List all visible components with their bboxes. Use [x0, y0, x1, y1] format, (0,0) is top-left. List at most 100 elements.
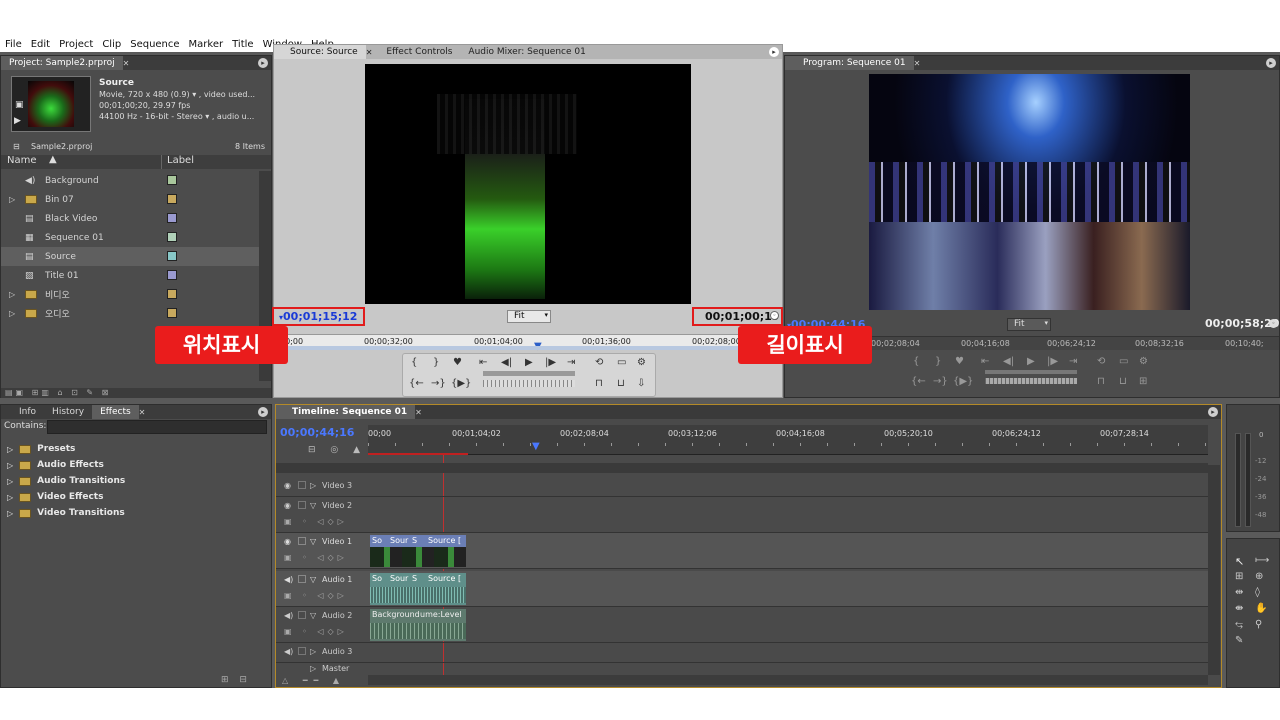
list-item-selected[interactable]: ▤ Source: [1, 247, 259, 266]
timeline-horizontal-scrollbar[interactable]: [368, 675, 1208, 685]
label-swatch[interactable]: [167, 270, 177, 280]
list-item[interactable]: ▦ Sequence 01: [1, 228, 259, 247]
tab-source[interactable]: Source: Source: [274, 45, 366, 59]
close-icon[interactable]: ✕: [415, 408, 422, 417]
list-item[interactable]: ▷ 오디오: [1, 304, 259, 323]
go-to-in-icon[interactable]: ⇤: [479, 357, 487, 368]
eye-icon[interactable]: ◉: [284, 537, 291, 546]
tab-effects[interactable]: Effects: [92, 405, 139, 419]
tab-info[interactable]: Info: [1, 405, 44, 419]
step-forward-icon[interactable]: |▶: [545, 357, 556, 368]
go-to-in-icon[interactable]: ⇤: [981, 356, 989, 367]
label-swatch[interactable]: [167, 251, 177, 261]
close-icon[interactable]: ✕: [139, 408, 146, 417]
speaker-icon[interactable]: ◀): [284, 611, 293, 620]
track-select-tool-icon[interactable]: ⟼: [1255, 555, 1269, 566]
close-icon[interactable]: ✕: [123, 59, 130, 68]
output-icon[interactable]: ⚙: [637, 357, 646, 368]
toggle-take-icon[interactable]: ⇩: [637, 378, 645, 389]
label-swatch[interactable]: [167, 308, 177, 318]
source-work-bar[interactable]: [274, 346, 782, 350]
go-to-next-marker-icon[interactable]: →}: [933, 376, 948, 387]
expand-arrow-icon[interactable]: ▷: [7, 461, 13, 470]
expand-arrow-icon[interactable]: ▷: [9, 309, 15, 318]
keyframe-controls[interactable]: ▣ ◦ ◁◇▷: [284, 517, 348, 526]
program-fit-dropdown[interactable]: Fit ▾: [1007, 318, 1051, 331]
lock-toggle[interactable]: [298, 481, 306, 489]
rate-stretch-tool-icon[interactable]: ⇹: [1235, 587, 1243, 598]
eye-icon[interactable]: ◉: [284, 501, 291, 510]
folder-audio-transitions[interactable]: ▷ Audio Transitions: [7, 473, 125, 489]
jog-wheel[interactable]: [985, 378, 1077, 384]
go-to-out-icon[interactable]: ⇥: [567, 357, 575, 368]
expand-arrow-icon[interactable]: ▷: [9, 195, 15, 204]
play-icon[interactable]: ▶: [1027, 356, 1035, 367]
mark-in-icon[interactable]: {: [913, 356, 919, 367]
duration-toggle-icon[interactable]: ◦: [1269, 319, 1278, 328]
lock-toggle[interactable]: [298, 537, 306, 545]
menu-file[interactable]: File: [5, 39, 22, 50]
speaker-icon[interactable]: ◀): [284, 575, 293, 584]
lift-icon[interactable]: ⊓: [1097, 376, 1105, 387]
tab-project[interactable]: Project: Sample2.prproj: [1, 56, 123, 70]
label-swatch[interactable]: [167, 175, 177, 185]
expand-arrow-icon[interactable]: ▷: [310, 481, 316, 490]
timeline-tools[interactable]: ⊟ ◎ ▲: [308, 445, 366, 455]
lock-toggle[interactable]: [298, 501, 306, 509]
panel-menu-icon[interactable]: ▸: [1208, 407, 1218, 417]
timeline-vertical-scrollbar[interactable]: [1208, 465, 1220, 675]
sort-up-icon[interactable]: ▲: [49, 154, 57, 165]
camera-icon[interactable]: ▣: [15, 100, 24, 110]
menu-clip[interactable]: Clip: [102, 39, 121, 50]
menu-title[interactable]: Title: [232, 39, 253, 50]
razor-tool-icon[interactable]: ◊: [1255, 587, 1260, 598]
list-item[interactable]: ▷ Bin 07: [1, 190, 259, 209]
go-to-out-icon[interactable]: ⇥: [1069, 356, 1077, 367]
expand-arrow-icon[interactable]: ▷: [7, 477, 13, 486]
collapse-arrow-icon[interactable]: ▽: [310, 501, 316, 510]
selection-tool-icon[interactable]: ↖: [1235, 555, 1244, 568]
rolling-edit-tool-icon[interactable]: ⊕: [1255, 571, 1263, 582]
menu-marker[interactable]: Marker: [189, 39, 224, 50]
collapse-arrow-icon[interactable]: ▽: [310, 537, 316, 546]
video-clips[interactable]: So Sour S Source [: [370, 535, 466, 567]
expand-arrow-icon[interactable]: ▷: [310, 647, 316, 656]
play-thumbnail-icon[interactable]: ▶: [14, 116, 21, 126]
tab-timeline[interactable]: Timeline: Sequence 01: [276, 405, 416, 419]
eye-icon[interactable]: ◉: [284, 481, 291, 490]
col-label[interactable]: Label: [167, 155, 194, 166]
panel-menu-icon[interactable]: ▸: [258, 407, 268, 417]
effects-bottom-icons[interactable]: ⊞ ⊟: [221, 675, 251, 685]
extract-icon[interactable]: ⊔: [1119, 376, 1127, 387]
effects-search-input[interactable]: [47, 420, 267, 434]
expand-arrow-icon[interactable]: ▷: [7, 493, 13, 502]
label-swatch[interactable]: [167, 289, 177, 299]
expand-arrow-icon[interactable]: ▷: [9, 290, 15, 299]
source-fit-dropdown[interactable]: Fit ▾: [507, 310, 551, 323]
safe-margins-icon[interactable]: ▭: [617, 357, 626, 368]
trim-icon[interactable]: ⊞: [1139, 376, 1147, 387]
speaker-icon[interactable]: ◀): [284, 647, 293, 656]
shuttle-slider[interactable]: [483, 371, 575, 376]
timeline-ruler[interactable]: 00;00 00;01;04;02 00;02;08;04 00;03;12;0…: [368, 425, 1208, 455]
zoom-controls[interactable]: △ ━━ ▲: [282, 676, 345, 685]
list-item[interactable]: ▨ Title 01: [1, 266, 259, 285]
set-marker-icon[interactable]: ♥: [955, 356, 964, 367]
folder-video-effects[interactable]: ▷ Video Effects: [7, 489, 103, 505]
folder-video-transitions[interactable]: ▷ Video Transitions: [7, 505, 125, 521]
shuttle-slider[interactable]: [985, 370, 1077, 374]
keyframe-controls[interactable]: ▣ ◦ ◁◇▷: [284, 627, 348, 636]
insert-icon[interactable]: ⊓: [595, 378, 603, 389]
panel-menu-icon[interactable]: ▸: [769, 47, 779, 57]
loop-icon[interactable]: ⟲: [1097, 356, 1105, 367]
overlay-icon[interactable]: ⊔: [617, 378, 625, 389]
go-to-previous-marker-icon[interactable]: {←: [911, 376, 926, 387]
slip-tool-icon[interactable]: ⇼: [1235, 603, 1243, 614]
label-swatch[interactable]: [167, 194, 177, 204]
play-icon[interactable]: ▶: [525, 357, 533, 368]
tab-program[interactable]: Program: Sequence 01: [785, 56, 914, 70]
step-back-icon[interactable]: ◀|: [501, 357, 512, 368]
expand-arrow-icon[interactable]: ▷: [7, 445, 13, 454]
label-swatch[interactable]: [167, 213, 177, 223]
lock-toggle[interactable]: [298, 611, 306, 619]
